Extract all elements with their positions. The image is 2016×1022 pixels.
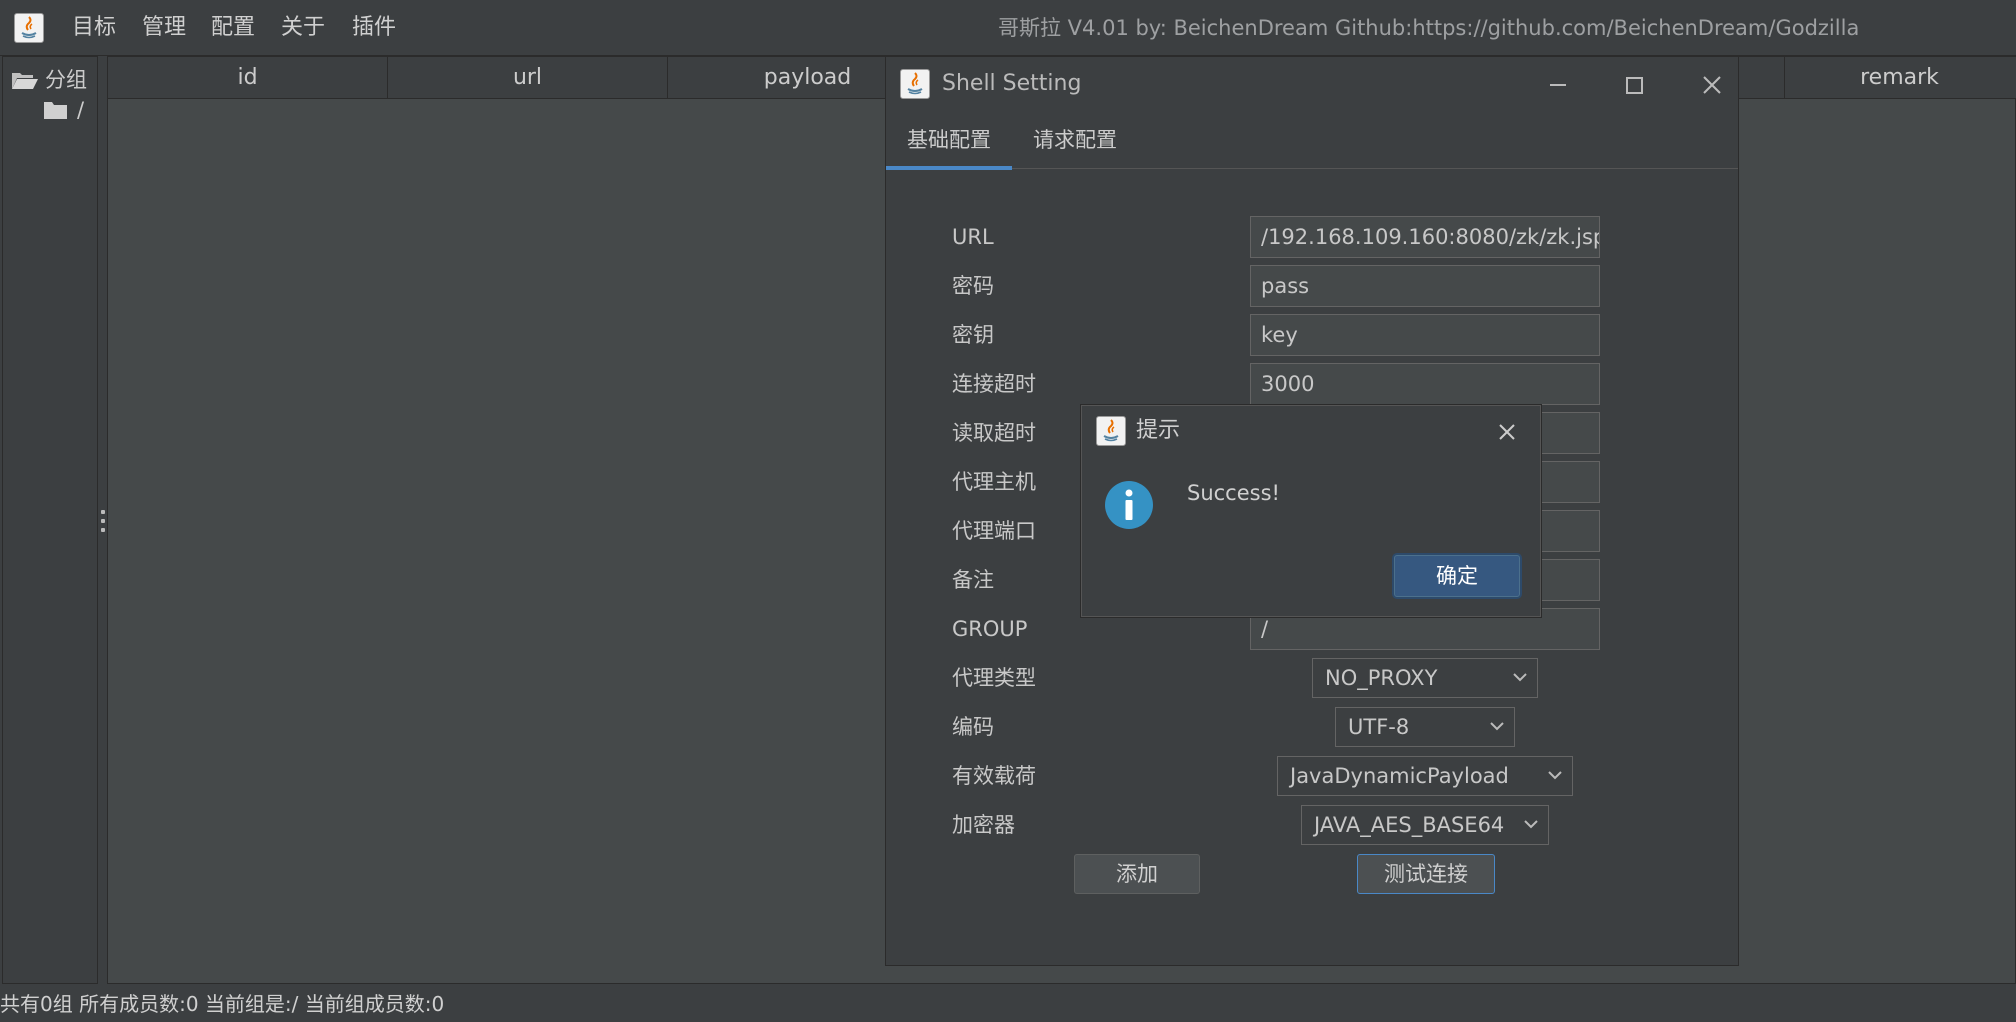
tree-child-label: /	[77, 98, 85, 122]
close-icon	[1499, 424, 1515, 440]
test-connection-button[interactable]: 测试连接	[1357, 854, 1495, 894]
open-folder-icon	[12, 73, 38, 89]
maximize-icon	[1626, 77, 1643, 94]
connect-timeout-input[interactable]: 3000	[1250, 363, 1600, 405]
minimize-button[interactable]	[1538, 69, 1578, 101]
minimize-icon	[1550, 84, 1566, 86]
info-icon	[1105, 481, 1153, 529]
menu-about[interactable]: 关于	[281, 12, 325, 44]
read-timeout-label: 读取超时	[952, 421, 1036, 445]
key-label: 密钥	[952, 323, 994, 347]
add-button[interactable]: 添加	[1074, 854, 1200, 894]
encoding-value: UTF-8	[1348, 715, 1410, 739]
encoding-label: 编码	[952, 715, 994, 739]
menu-plugins[interactable]: 插件	[352, 12, 396, 44]
password-input[interactable]: pass	[1250, 265, 1600, 307]
menu-config[interactable]: 配置	[211, 12, 255, 44]
password-label: 密码	[952, 274, 994, 298]
shell-window-titlebar[interactable]: Shell Setting	[886, 57, 1738, 111]
java-window-icon	[900, 69, 930, 99]
url-label: URL	[952, 225, 994, 249]
splitter-grip-icon[interactable]	[100, 510, 106, 538]
chevron-down-icon	[1524, 820, 1538, 829]
column-header-remark[interactable]: remark	[1784, 57, 2014, 99]
close-icon	[1703, 76, 1721, 94]
status-bar: 共有0组 所有成员数:0 当前组是:/ 当前组成员数:0	[0, 987, 2016, 1022]
menu-target[interactable]: 目标	[72, 12, 116, 44]
chevron-down-icon	[1548, 771, 1562, 780]
java-dialog-icon	[1096, 416, 1126, 446]
settings-tabs: 基础配置 请求配置	[886, 111, 1738, 170]
proxy-type-select[interactable]: NO_PROXY	[1312, 658, 1538, 698]
chevron-down-icon	[1490, 722, 1504, 731]
proxy-host-label: 代理主机	[952, 470, 1036, 494]
close-window-button[interactable]	[1692, 69, 1732, 101]
cryption-label: 加密器	[952, 813, 1015, 837]
column-header-id[interactable]: id	[108, 57, 388, 99]
payload-select[interactable]: JavaDynamicPayload	[1277, 756, 1573, 796]
url-input[interactable]: /192.168.109.160:8080/zk/zk.jsp	[1250, 216, 1600, 258]
proxy-port-label: 代理端口	[952, 519, 1036, 543]
message-dialog: 提示 Success! 确定	[1081, 405, 1541, 617]
menu-manage[interactable]: 管理	[142, 12, 186, 44]
chevron-down-icon	[1513, 673, 1527, 682]
maximize-button[interactable]	[1614, 69, 1654, 101]
group-label: GROUP	[952, 617, 1028, 641]
dialog-message: Success!	[1187, 481, 1280, 505]
remark-label: 备注	[952, 568, 994, 592]
app-title: 哥斯拉 V4.01 by: BeichenDream Github:https:…	[998, 16, 1860, 40]
group-tree[interactable]: 分组 /	[2, 56, 98, 984]
payload-label: 有效载荷	[952, 764, 1036, 788]
payload-value: JavaDynamicPayload	[1290, 764, 1509, 788]
dialog-close-button[interactable]	[1488, 414, 1526, 450]
encoding-select[interactable]: UTF-8	[1335, 707, 1515, 747]
tree-root-label: 分组	[45, 68, 87, 92]
ok-button[interactable]: 确定	[1394, 555, 1520, 597]
proxy-type-value: NO_PROXY	[1325, 666, 1438, 690]
java-app-icon	[14, 13, 44, 43]
column-header-url[interactable]: url	[388, 57, 668, 99]
cryption-select[interactable]: JAVA_AES_BASE64	[1301, 805, 1549, 845]
tab-request-config[interactable]: 请求配置	[1012, 111, 1138, 169]
shell-window-title: Shell Setting	[942, 71, 1082, 96]
key-input[interactable]: key	[1250, 314, 1600, 356]
dialog-title: 提示	[1136, 418, 1181, 443]
tab-basic-config[interactable]: 基础配置	[886, 111, 1012, 170]
connect-timeout-label: 连接超时	[952, 372, 1036, 396]
folder-icon	[44, 102, 67, 119]
proxy-type-label: 代理类型	[952, 666, 1036, 690]
cryption-value: JAVA_AES_BASE64	[1314, 813, 1505, 837]
title-bar: 目标 管理 配置 关于 插件 哥斯拉 V4.01 by: BeichenDrea…	[0, 0, 2016, 56]
